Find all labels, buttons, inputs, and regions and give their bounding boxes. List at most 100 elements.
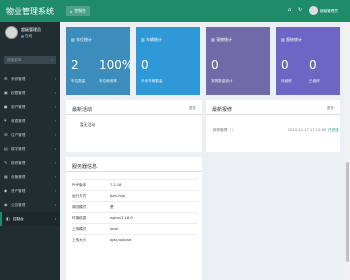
chevron-left-icon: ‹	[54, 77, 56, 81]
more-link[interactable]: 更多	[327, 106, 334, 111]
divider	[66, 114, 202, 115]
scrollbar[interactable]	[345, 22, 350, 280]
panel-title: 最新报修	[212, 107, 233, 113]
divider	[66, 171, 202, 172]
stat-label: 外来车辆数量	[141, 79, 163, 83]
sidebar-item[interactable]: ◧ 控制台 ‹	[0, 212, 60, 226]
money-icon: ¥	[4, 118, 7, 123]
stat-label: 宠物数量统计	[211, 79, 233, 83]
scrollbar-thumb[interactable]	[346, 162, 349, 262]
stat-value: 0	[211, 58, 219, 72]
stat-value: 2	[71, 58, 79, 72]
user-panel: 超级管理员 在线	[0, 22, 60, 52]
sidebar-menu: ⚙ 系统管理 ‹ ▣ 权限管理 ‹ ● 用户管理 ‹ ¥ 收费管理 ‹ ☰ 住户管理 ‹ ▤ 楼宇管理 ‹ ✎ 报修管…	[0, 72, 60, 226]
device-icon: ▦	[4, 174, 8, 179]
sidebar-item-label: 系统管理	[11, 76, 26, 81]
sidebar-item[interactable]: ✎ 报修管理 ‹	[0, 156, 60, 170]
sidebar-item-label: 设备管理	[11, 174, 26, 179]
row-key: 上传大小	[72, 237, 87, 242]
repair-item-date: 2019-11-17 17:12:09	[288, 128, 327, 132]
chevron-left-icon: ‹	[54, 175, 56, 179]
table-row: 上传大小 ajax/upload	[72, 234, 198, 245]
building-icon: ▤	[4, 146, 8, 151]
row-value: 是	[110, 204, 114, 209]
sidebar-item[interactable]: ◉ 公告管理 ‹	[0, 198, 60, 212]
divider	[206, 114, 340, 115]
row-key: 上传模式	[72, 226, 87, 231]
refresh-icon[interactable]: ↻	[298, 7, 302, 13]
card-repairs: ▥ 报修统计 0 0 待维修 已维修	[276, 27, 340, 95]
topbar-username[interactable]: 超级管理员	[320, 9, 338, 14]
table-row: 环境信息 nginx/1.18.0	[72, 212, 198, 223]
table-row: 上传模式 local	[72, 223, 198, 234]
sidebar-item[interactable]: ▣ 权限管理 ‹	[0, 86, 60, 100]
table-row: PHP版本 7.2.18	[72, 179, 198, 190]
online-dot-icon	[21, 34, 24, 38]
row-value: ajax/upload	[110, 238, 131, 242]
sidebar-item-label: 资产管理	[11, 188, 26, 193]
tab-label: 控制台	[74, 8, 86, 13]
chevron-left-icon: ‹	[54, 161, 56, 165]
row-key: 调试模式	[72, 204, 87, 209]
card-title: ▥ 车辆统计	[141, 37, 163, 42]
chevron-left-icon: ‹	[54, 91, 56, 95]
stat-value: 0	[281, 58, 289, 72]
stat-label: 待维修	[281, 79, 292, 83]
card-parking: ▥ 车位统计 2 100% 车位数量 车位使用率	[66, 27, 134, 95]
card-title: ▥ 报修统计	[281, 37, 303, 42]
sidebar-item-label: 收费管理	[11, 118, 26, 123]
table-row: 调试模式 是	[72, 201, 198, 212]
more-link[interactable]: 更多	[189, 106, 196, 111]
sidebar-item-label: 住户管理	[11, 132, 26, 137]
list-item: 暂无活动	[80, 122, 96, 127]
row-key: 环境信息	[72, 215, 87, 220]
user-status-label: 在线	[25, 34, 33, 38]
activity-panel: 最新活动 更多 暂无活动	[66, 100, 202, 152]
card-title: ▥ 宠物统计	[211, 37, 233, 42]
server-info-panel: 服务器信息 PHP版本 7.2.18 运行方式 fpm-fcgi 调试模式 是环境信息 ng…	[66, 157, 202, 280]
top-navbar: ⌂ 控制台 ⌂ ↻ 超级管理员	[60, 0, 350, 22]
stat-label: 已维修	[309, 79, 320, 83]
app-logo[interactable]: 物业管理系统	[0, 0, 60, 22]
search-input[interactable]: 搜索菜单	[7, 58, 21, 63]
sidebar-item[interactable]: ⚙ 系统管理 ‹	[0, 72, 60, 86]
row-key: PHP版本	[72, 182, 87, 187]
row-value: nginx/1.18.0	[110, 216, 133, 220]
home-icon: ⌂	[70, 8, 73, 14]
sidebar-item-label: 公告管理	[11, 202, 26, 207]
chevron-left-icon: ‹	[54, 147, 56, 151]
user-icon: ●	[4, 104, 8, 109]
repair-item-name[interactable]: 报修管理（ ）	[213, 128, 236, 133]
home-nav-icon[interactable]: ⌂	[288, 7, 291, 13]
tab-dashboard[interactable]: ⌂ 控制台	[66, 6, 90, 16]
stat-value: 100%	[99, 58, 134, 72]
topbar-avatar[interactable]	[309, 6, 318, 15]
sidebar-item[interactable]: ▦ 设备管理 ‹	[0, 170, 60, 184]
user-status: 在线	[21, 34, 32, 39]
sidebar-search[interactable]: 搜索菜单 ⌕	[4, 56, 56, 64]
repairs-panel: 最新报修 更多 报修管理（ ） 2019-11-17 17:12:09 已完成	[206, 100, 340, 152]
panel-title: 最新活动	[72, 107, 93, 113]
avatar	[5, 26, 18, 39]
users-icon: ☰	[4, 132, 8, 137]
chevron-left-icon: ‹	[54, 203, 56, 207]
sidebar-item[interactable]: ◆ 资产管理 ‹	[0, 184, 60, 198]
wrench-icon: ✎	[4, 160, 8, 165]
sidebar-item-label: 楼宇管理	[11, 146, 26, 151]
search-icon[interactable]: ⌕	[51, 58, 53, 62]
sidebar-item-label: 报修管理	[11, 160, 26, 165]
sidebar: 物业管理系统 超级管理员 在线 搜索菜单 ⌕ ⚙ 系统管理 ‹ ▣ 权限管理 ‹ ● 用户管理…	[0, 0, 60, 280]
bell-icon: ◉	[4, 202, 8, 207]
status-badge: 已完成	[328, 128, 339, 132]
sidebar-item[interactable]: ● 用户管理 ‹	[0, 100, 60, 114]
card-title: ▥ 车位统计	[71, 37, 93, 42]
gear-icon: ⚙	[4, 76, 8, 81]
card-vehicles: ▥ 车辆统计 0 外来车辆数量	[136, 27, 200, 95]
row-value: 7.2.18	[110, 183, 122, 187]
lock-icon: ▣	[4, 90, 8, 95]
chevron-left-icon: ‹	[54, 133, 56, 137]
sidebar-item[interactable]: ▤ 楼宇管理 ‹	[0, 142, 60, 156]
row-key: 运行方式	[72, 193, 87, 198]
sidebar-item[interactable]: ☰ 住户管理 ‹	[0, 128, 60, 142]
sidebar-item[interactable]: ¥ 收费管理 ‹	[0, 114, 60, 128]
